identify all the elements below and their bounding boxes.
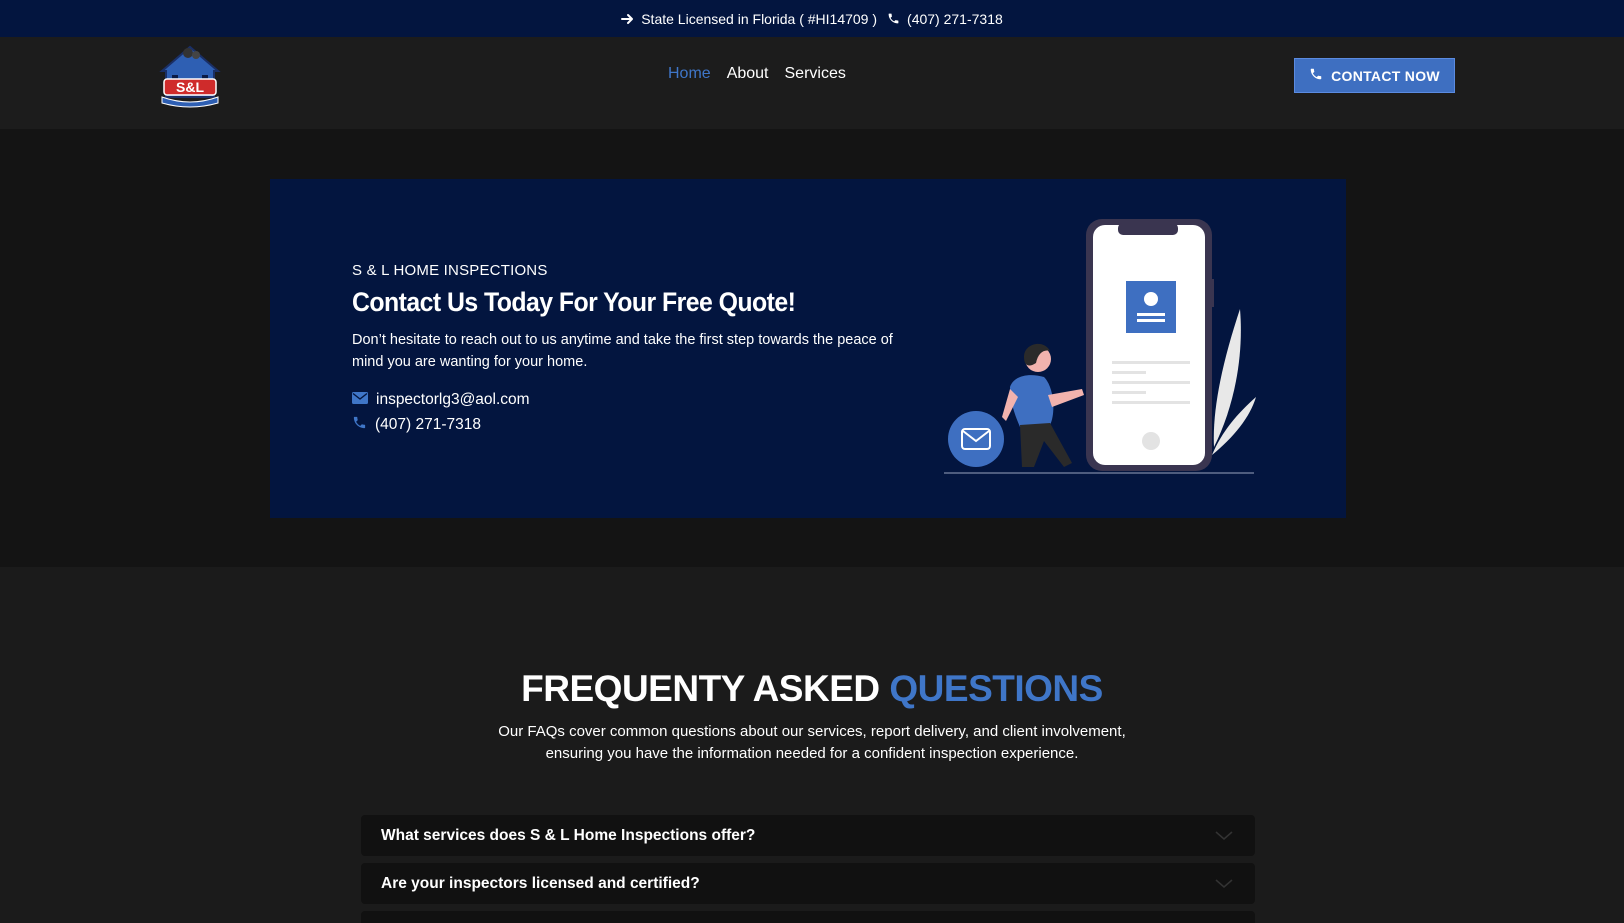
faq-title: FREQUENTY ASKED QUESTIONS <box>0 668 1624 710</box>
nav-about[interactable]: About <box>727 65 769 83</box>
nav-home[interactable]: Home <box>668 65 711 83</box>
top-info-bar: State Licensed in Florida ( #HI14709 ) (… <box>0 0 1624 37</box>
main-nav: Home About Services <box>668 65 846 83</box>
contact-illustration <box>944 217 1274 485</box>
envelope-icon <box>352 391 368 409</box>
hero-email-text: inspectorlg3@aol.com <box>376 391 530 408</box>
arrow-right-icon <box>621 13 634 25</box>
faq-subtitle: Our FAQs cover common questions about ou… <box>498 723 1126 762</box>
phone-icon <box>352 415 367 435</box>
phone-icon <box>1309 67 1323 84</box>
faq-item[interactable] <box>361 911 1255 923</box>
license-text: State Licensed in Florida ( #HI14709 ) <box>641 10 878 27</box>
hero-phone-text: (407) 271-7318 <box>375 416 481 433</box>
phone-icon <box>887 12 900 25</box>
topbar-phone-text: (407) 271-7318 <box>907 10 1003 27</box>
chevron-down-icon <box>1215 876 1233 894</box>
hero-phone[interactable]: (407) 271-7318 <box>352 415 481 435</box>
hero-section: S & L HOME INSPECTIONS Contact Us Today … <box>0 129 1624 567</box>
site-logo[interactable]: S&L <box>158 41 222 109</box>
chevron-down-icon <box>1215 828 1233 846</box>
logo-text: S&L <box>176 79 204 95</box>
contact-now-button[interactable]: CONTACT NOW <box>1294 58 1455 93</box>
hero-description: Don’t hesitate to reach out to us anytim… <box>352 332 893 370</box>
nav-services[interactable]: Services <box>785 65 846 83</box>
faq-item[interactable]: Are your inspectors licensed and certifi… <box>361 863 1255 904</box>
site-header: S&L Home About Services CONTACT NOW <box>0 37 1624 129</box>
contact-card: S & L HOME INSPECTIONS Contact Us Today … <box>270 179 1346 518</box>
faq-title-main: FREQUENTY ASKED <box>521 668 890 709</box>
hero-email[interactable]: inspectorlg3@aol.com <box>352 391 530 409</box>
topbar-phone[interactable]: (407) 271-7318 <box>887 11 1003 27</box>
hero-title: Contact Us Today For Your Free Quote! <box>352 287 796 317</box>
faq-title-accent: QUESTIONS <box>889 668 1103 709</box>
faq-item[interactable]: What services does S & L Home Inspection… <box>361 815 1255 856</box>
faq-question: Are your inspectors licensed and certifi… <box>381 874 700 892</box>
faq-question: What services does S & L Home Inspection… <box>381 826 756 844</box>
faq-section: FREQUENTY ASKED QUESTIONS Our FAQs cover… <box>0 567 1624 923</box>
hero-eyebrow: S & L HOME INSPECTIONS <box>352 262 548 279</box>
contact-now-label: CONTACT NOW <box>1331 67 1440 84</box>
license-info: State Licensed in Florida ( #HI14709 ) <box>621 11 877 27</box>
